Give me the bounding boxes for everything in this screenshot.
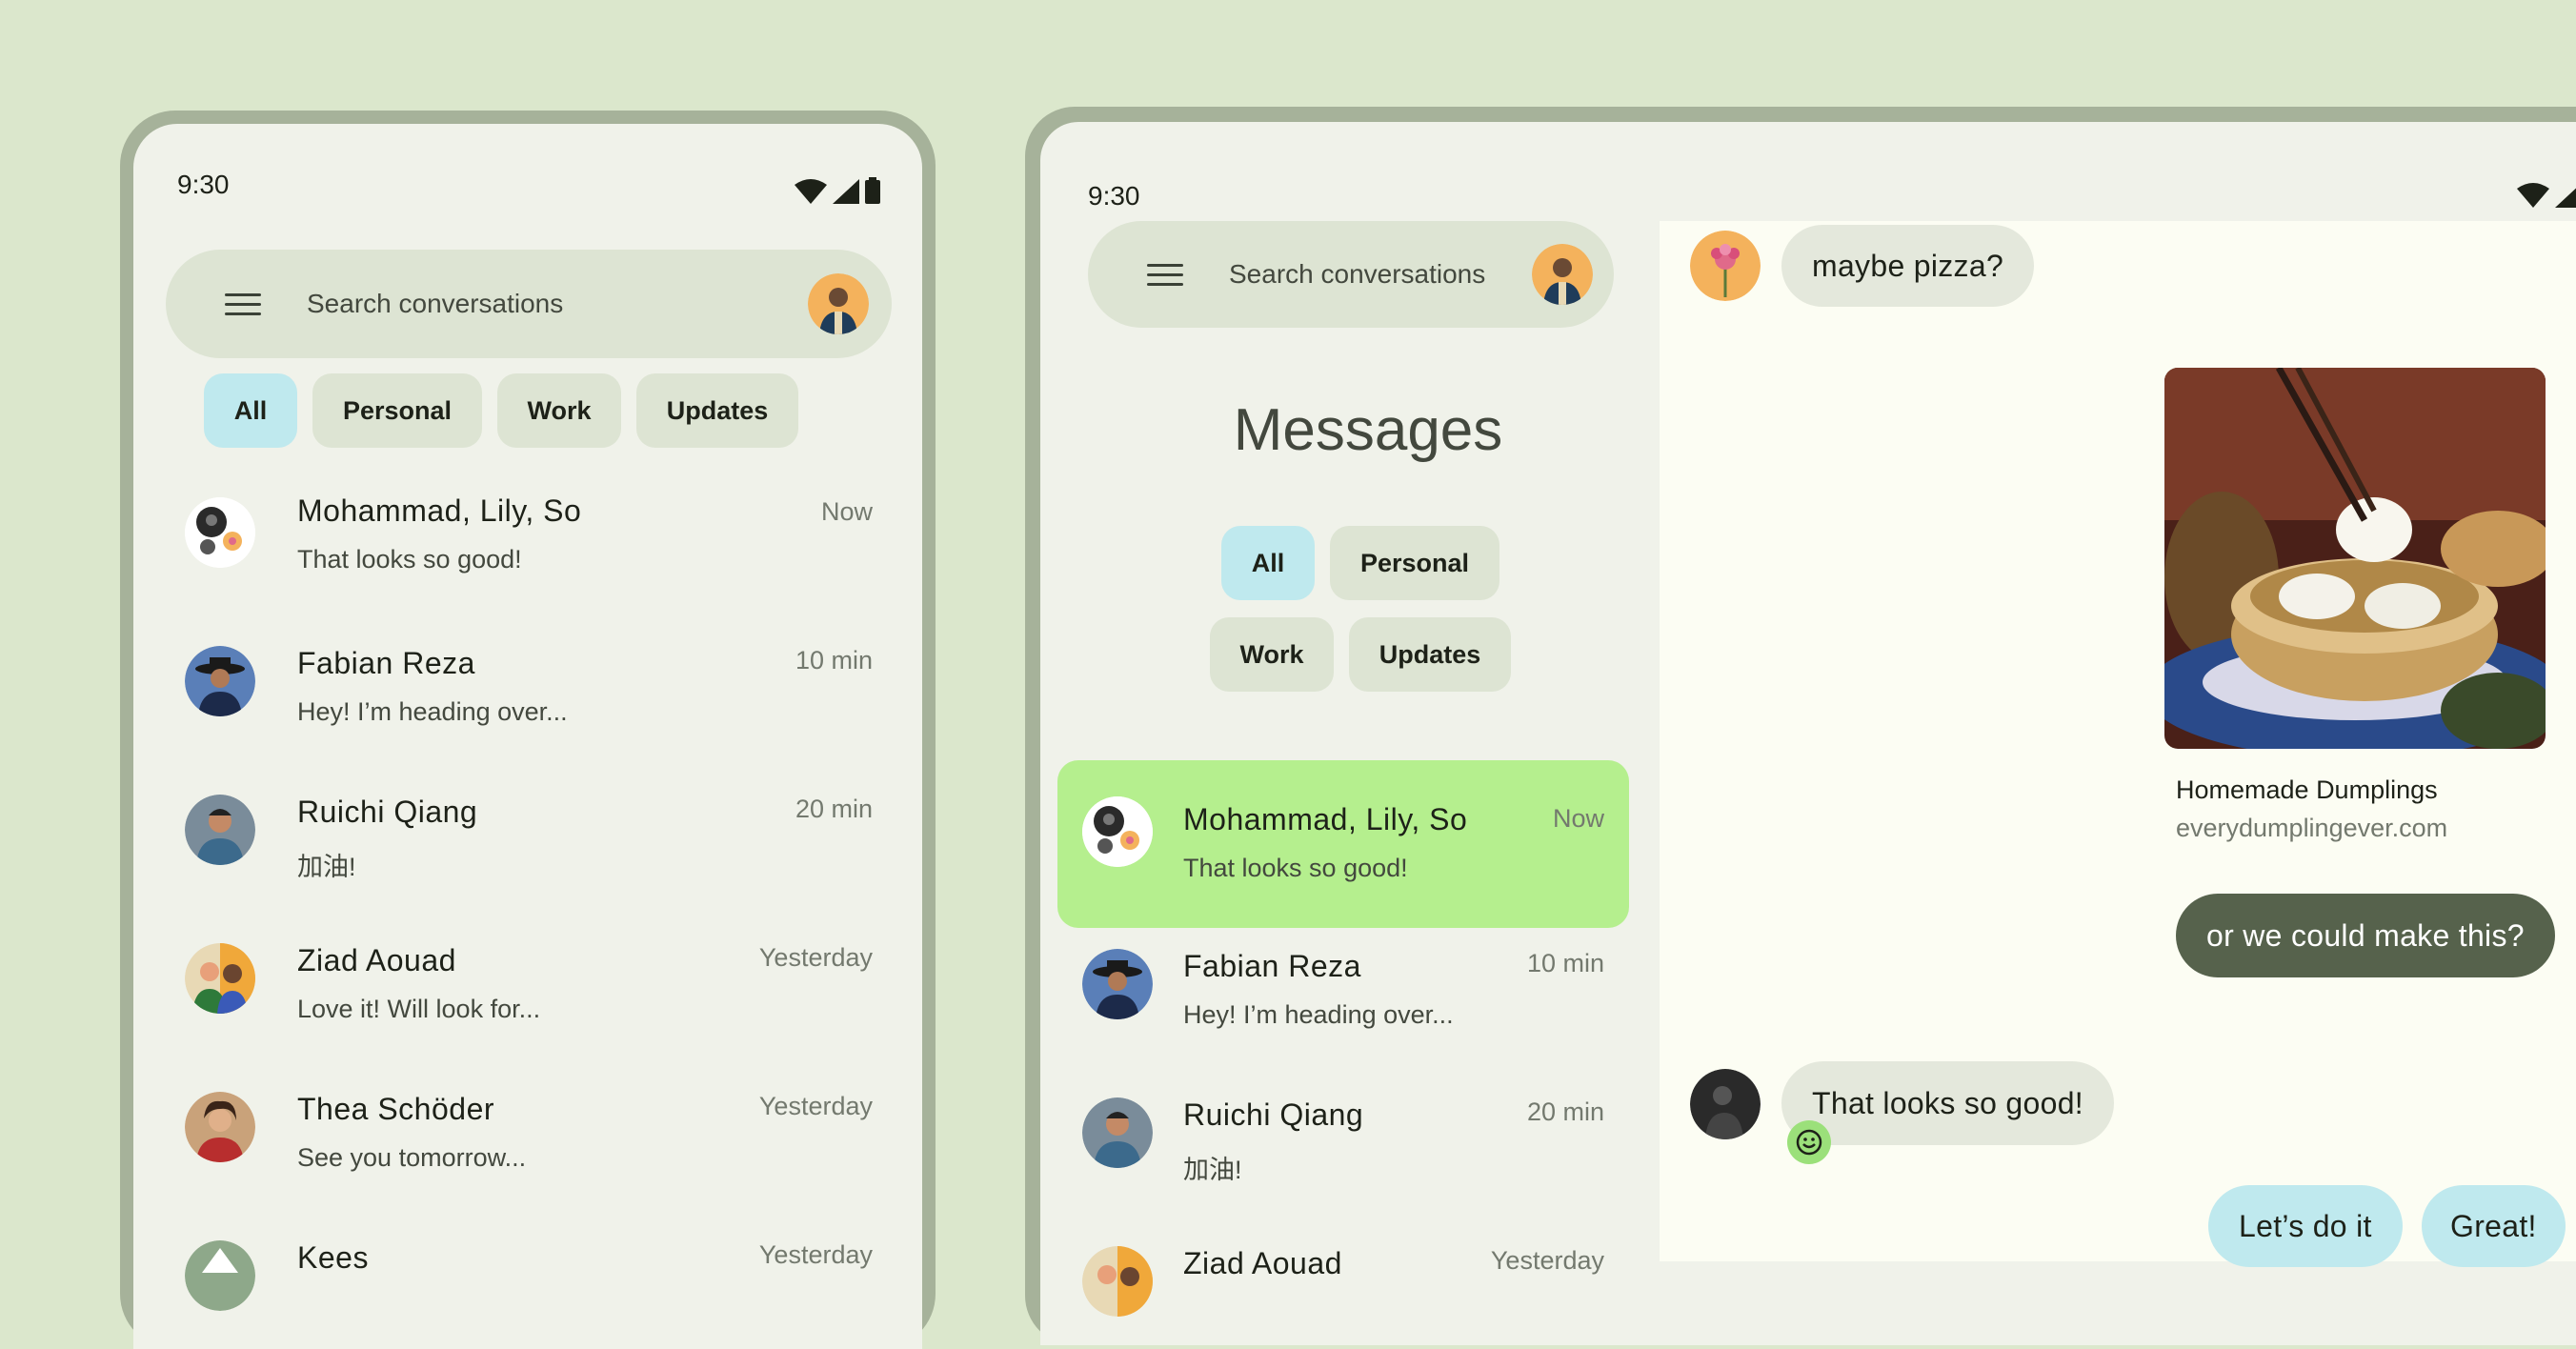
conversation-name: Fabian Reza xyxy=(297,646,475,680)
menu-icon[interactable] xyxy=(225,292,261,315)
page-title: Messages xyxy=(1233,397,1503,463)
wifi-icon xyxy=(2517,183,2549,208)
conversation-preview: 加油! xyxy=(297,853,356,881)
profile-avatar[interactable] xyxy=(808,273,869,334)
conversation-preview: That looks so good! xyxy=(297,545,522,574)
battery-icon xyxy=(865,177,880,204)
message-bubble-outgoing[interactable]: Let’s do it xyxy=(2208,1185,2403,1267)
conversation-name: Mohammad, Lily, So xyxy=(297,493,582,528)
conversation-item[interactable]: Ziad Aouad Love it! Will look for... Yes… xyxy=(133,922,922,1071)
message-bubble-outgoing[interactable]: Great! xyxy=(2422,1185,2566,1267)
conversation-time: Yesterday xyxy=(758,1092,873,1120)
chip-work[interactable]: Work xyxy=(497,373,621,448)
conversation-item[interactable]: Mohammad, Lily, So That looks so good! N… xyxy=(133,476,922,625)
conversation-time: 20 min xyxy=(795,795,873,823)
menu-icon[interactable] xyxy=(1147,263,1183,286)
conversation-time: 10 min xyxy=(795,646,873,674)
conversation-item[interactable]: Thea Schöder See you tomorrow... Yesterd… xyxy=(133,1071,922,1219)
wifi-icon xyxy=(795,179,827,204)
signal-icon xyxy=(833,179,859,204)
conversation-name: Ziad Aouad xyxy=(1183,1246,1342,1280)
reaction-smiley-icon[interactable] xyxy=(1787,1120,1831,1164)
conversation-time: Now xyxy=(1552,804,1604,833)
conversation-time: Yesterday xyxy=(758,1240,873,1269)
chip-work[interactable]: Work xyxy=(1210,617,1334,692)
status-icons xyxy=(795,177,880,204)
chip-all[interactable]: All xyxy=(1221,526,1315,600)
conversation-time: Yesterday xyxy=(758,943,873,972)
link-title[interactable]: Homemade Dumplings xyxy=(2176,775,2438,805)
sender-avatar xyxy=(1690,1069,1761,1139)
conversation-item-selected[interactable]: Mohammad, Lily, So That looks so good! N… xyxy=(1057,760,1629,928)
profile-avatar[interactable] xyxy=(1532,244,1593,305)
avatar xyxy=(185,1092,255,1162)
avatar xyxy=(1082,949,1153,1019)
avatar xyxy=(1082,1246,1153,1317)
phone-device: 9:30 Search conversations All Personal W… xyxy=(120,111,936,1349)
phone-screen: 9:30 Search conversations All Personal W… xyxy=(133,124,922,1349)
conversation-preview: That looks so good! xyxy=(1183,854,1408,882)
status-time: 9:30 xyxy=(1088,181,1140,211)
search-input[interactable]: Search conversations xyxy=(1229,259,1532,290)
search-bar[interactable]: Search conversations xyxy=(1088,221,1614,328)
status-time: 9:30 xyxy=(177,170,230,199)
conversation-time: 20 min xyxy=(1526,1097,1604,1126)
conversation-name: Ziad Aouad xyxy=(297,943,456,977)
message-bubble-incoming[interactable]: That looks so good! xyxy=(1781,1061,2114,1145)
conversation-time: Now xyxy=(820,497,873,526)
avatar xyxy=(185,646,255,716)
conversation-item[interactable]: Fabian Reza Hey! I’m heading over... 10 … xyxy=(133,625,922,774)
message-bubble-incoming[interactable]: maybe pizza? xyxy=(1781,225,2035,307)
conversation-item[interactable]: Ruichi Qiang 加油! 20 min xyxy=(1057,1077,1629,1225)
conversation-name: Ruichi Qiang xyxy=(297,795,478,829)
message-bubble-outgoing[interactable]: or we could make this? xyxy=(2176,894,2555,977)
chip-personal[interactable]: Personal xyxy=(1330,526,1499,600)
conversation-item[interactable]: Ruichi Qiang 加油! 20 min xyxy=(133,774,922,922)
conversation-preview: See you tomorrow... xyxy=(297,1143,527,1172)
sender-avatar xyxy=(1690,231,1761,301)
chip-personal[interactable]: Personal xyxy=(312,373,482,448)
conversation-preview: 加油! xyxy=(1183,1156,1242,1184)
avatar xyxy=(185,943,255,1014)
conversation-preview: Love it! Will look for... xyxy=(297,995,541,1023)
conversation-item[interactable]: Ziad Aouad Yesterday xyxy=(1057,1225,1629,1345)
chip-updates[interactable]: Updates xyxy=(636,373,798,448)
conversation-name: Ruichi Qiang xyxy=(1183,1097,1364,1132)
dumplings-image[interactable] xyxy=(2164,368,2546,749)
conversation-name: Kees xyxy=(297,1240,369,1275)
group-avatar xyxy=(1082,796,1153,867)
signal-icon xyxy=(2555,188,2576,208)
avatar xyxy=(185,1240,255,1311)
avatar xyxy=(1082,1097,1153,1168)
link-url[interactable]: everydumplingever.com xyxy=(2176,814,2447,843)
chat-pane: maybe pizza? Homemade Dumplings everydum… xyxy=(1660,221,2576,1267)
conversation-name: Mohammad, Lily, So xyxy=(1183,802,1468,836)
search-input[interactable]: Search conversations xyxy=(307,289,808,319)
conversation-time: 10 min xyxy=(1526,949,1604,977)
conversation-item[interactable]: Kees Yesterday xyxy=(133,1219,922,1349)
conversation-preview: Hey! I’m heading over... xyxy=(297,697,568,726)
conversation-item[interactable]: Fabian Reza Hey! I’m heading over... 10 … xyxy=(1057,928,1629,1077)
avatar xyxy=(185,795,255,865)
chip-updates[interactable]: Updates xyxy=(1349,617,1511,692)
conversation-preview: Hey! I’m heading over... xyxy=(1183,1000,1454,1029)
conversation-name: Thea Schöder xyxy=(297,1092,495,1126)
group-avatar xyxy=(185,497,255,568)
conversation-name: Fabian Reza xyxy=(1183,949,1361,983)
status-icons xyxy=(2517,183,2576,208)
chip-all[interactable]: All xyxy=(204,373,297,448)
search-bar[interactable]: Search conversations xyxy=(166,250,892,358)
